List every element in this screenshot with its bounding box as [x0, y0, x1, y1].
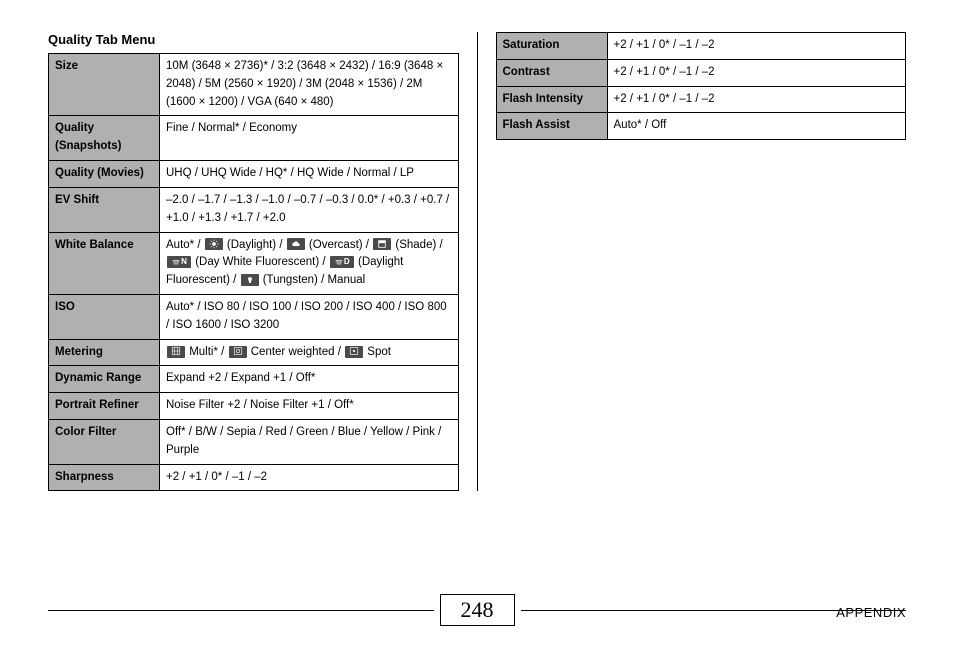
table-row: Flash Assist Auto* / Off [496, 113, 906, 140]
table-row: Saturation +2 / +1 / 0* / –1 / –2 [496, 33, 906, 60]
row-value: +2 / +1 / 0* / –1 / –2 [607, 86, 906, 113]
row-value: Off* / B/W / Sepia / Red / Green / Blue … [160, 420, 459, 465]
table-row: Flash Intensity +2 / +1 / 0* / –1 / –2 [496, 86, 906, 113]
wb-text: (Shade) / [395, 239, 442, 251]
right-column: Saturation +2 / +1 / 0* / –1 / –2 Contra… [478, 32, 907, 491]
table-row: Metering Multi* / Center weighted / Spot [49, 339, 459, 366]
metering-multi-icon [167, 346, 185, 358]
row-value: Multi* / Center weighted / Spot [160, 339, 459, 366]
metering-text: Center weighted / [251, 346, 344, 358]
row-label: Size [49, 54, 160, 116]
row-value: Expand +2 / Expand +1 / Off* [160, 366, 459, 393]
appendix-label: APPENDIX [836, 605, 906, 620]
row-value: Noise Filter +2 / Noise Filter +1 / Off* [160, 393, 459, 420]
row-label: EV Shift [49, 187, 160, 232]
row-label: Sharpness [49, 464, 160, 491]
sun-icon [205, 238, 223, 250]
wb-text: (Daylight) / [227, 239, 286, 251]
table-row: Size 10M (3648 × 2736)* / 3:2 (3648 × 24… [49, 54, 459, 116]
table-row: White Balance Auto* / (Daylight) / (Over… [49, 232, 459, 294]
row-value: UHQ / UHQ Wide / HQ* / HQ Wide / Normal … [160, 161, 459, 188]
row-value: Fine / Normal* / Economy [160, 116, 459, 161]
table-row: Quality (Snapshots) Fine / Normal* / Eco… [49, 116, 459, 161]
fluorescent-d-icon: D [330, 256, 354, 268]
page-content: Quality Tab Menu Size 10M (3648 × 2736)*… [0, 0, 954, 491]
table-row: ISO Auto* / ISO 80 / ISO 100 / ISO 200 /… [49, 294, 459, 339]
section-title: Quality Tab Menu [48, 32, 459, 47]
table-row: Quality (Movies) UHQ / UHQ Wide / HQ* / … [49, 161, 459, 188]
row-value: +2 / +1 / 0* / –1 / –2 [607, 33, 906, 60]
wb-text: (Day White Fluorescent) / [195, 256, 329, 268]
table-row: EV Shift –2.0 / –1.7 / –1.3 / –1.0 / –0.… [49, 187, 459, 232]
left-column: Quality Tab Menu Size 10M (3648 × 2736)*… [48, 32, 478, 491]
quality-tab-table: Size 10M (3648 × 2736)* / 3:2 (3648 × 24… [48, 53, 459, 491]
row-label: Quality (Movies) [49, 161, 160, 188]
row-label: White Balance [49, 232, 160, 294]
page-number: 248 [440, 594, 515, 626]
wb-text: (Tungsten) / Manual [263, 274, 365, 286]
cloud-icon [287, 238, 305, 250]
row-label: ISO [49, 294, 160, 339]
metering-spot-icon [345, 346, 363, 358]
row-label: Metering [49, 339, 160, 366]
table-row: Color Filter Off* / B/W / Sepia / Red / … [49, 420, 459, 465]
metering-center-icon [229, 346, 247, 358]
row-value: 10M (3648 × 2736)* / 3:2 (3648 × 2432) /… [160, 54, 459, 116]
metering-text: Multi* / [189, 346, 227, 358]
wb-text: Auto* / [166, 239, 204, 251]
table-row: Portrait Refiner Noise Filter +2 / Noise… [49, 393, 459, 420]
bulb-icon [241, 274, 259, 286]
row-value: +2 / +1 / 0* / –1 / –2 [160, 464, 459, 491]
row-label: Color Filter [49, 420, 160, 465]
row-label: Flash Intensity [496, 86, 607, 113]
page-footer: 248 [0, 594, 954, 626]
row-label: Quality (Snapshots) [49, 116, 160, 161]
wb-text: (Overcast) / [309, 239, 372, 251]
quality-tab-table-right: Saturation +2 / +1 / 0* / –1 / –2 Contra… [496, 32, 907, 140]
fluorescent-n-icon: N [167, 256, 191, 268]
table-row: Dynamic Range Expand +2 / Expand +1 / Of… [49, 366, 459, 393]
row-label: Dynamic Range [49, 366, 160, 393]
footer-rule-left [48, 610, 434, 611]
row-label: Saturation [496, 33, 607, 60]
shade-icon [373, 238, 391, 250]
row-value: Auto* / (Daylight) / (Overcast) / (Shade… [160, 232, 459, 294]
row-value: Auto* / ISO 80 / ISO 100 / ISO 200 / ISO… [160, 294, 459, 339]
row-value: –2.0 / –1.7 / –1.3 / –1.0 / –0.7 / –0.3 … [160, 187, 459, 232]
row-label: Portrait Refiner [49, 393, 160, 420]
row-value: +2 / +1 / 0* / –1 / –2 [607, 59, 906, 86]
table-row: Sharpness +2 / +1 / 0* / –1 / –2 [49, 464, 459, 491]
row-label: Contrast [496, 59, 607, 86]
row-value: Auto* / Off [607, 113, 906, 140]
row-label: Flash Assist [496, 113, 607, 140]
table-row: Contrast +2 / +1 / 0* / –1 / –2 [496, 59, 906, 86]
metering-text: Spot [367, 346, 391, 358]
